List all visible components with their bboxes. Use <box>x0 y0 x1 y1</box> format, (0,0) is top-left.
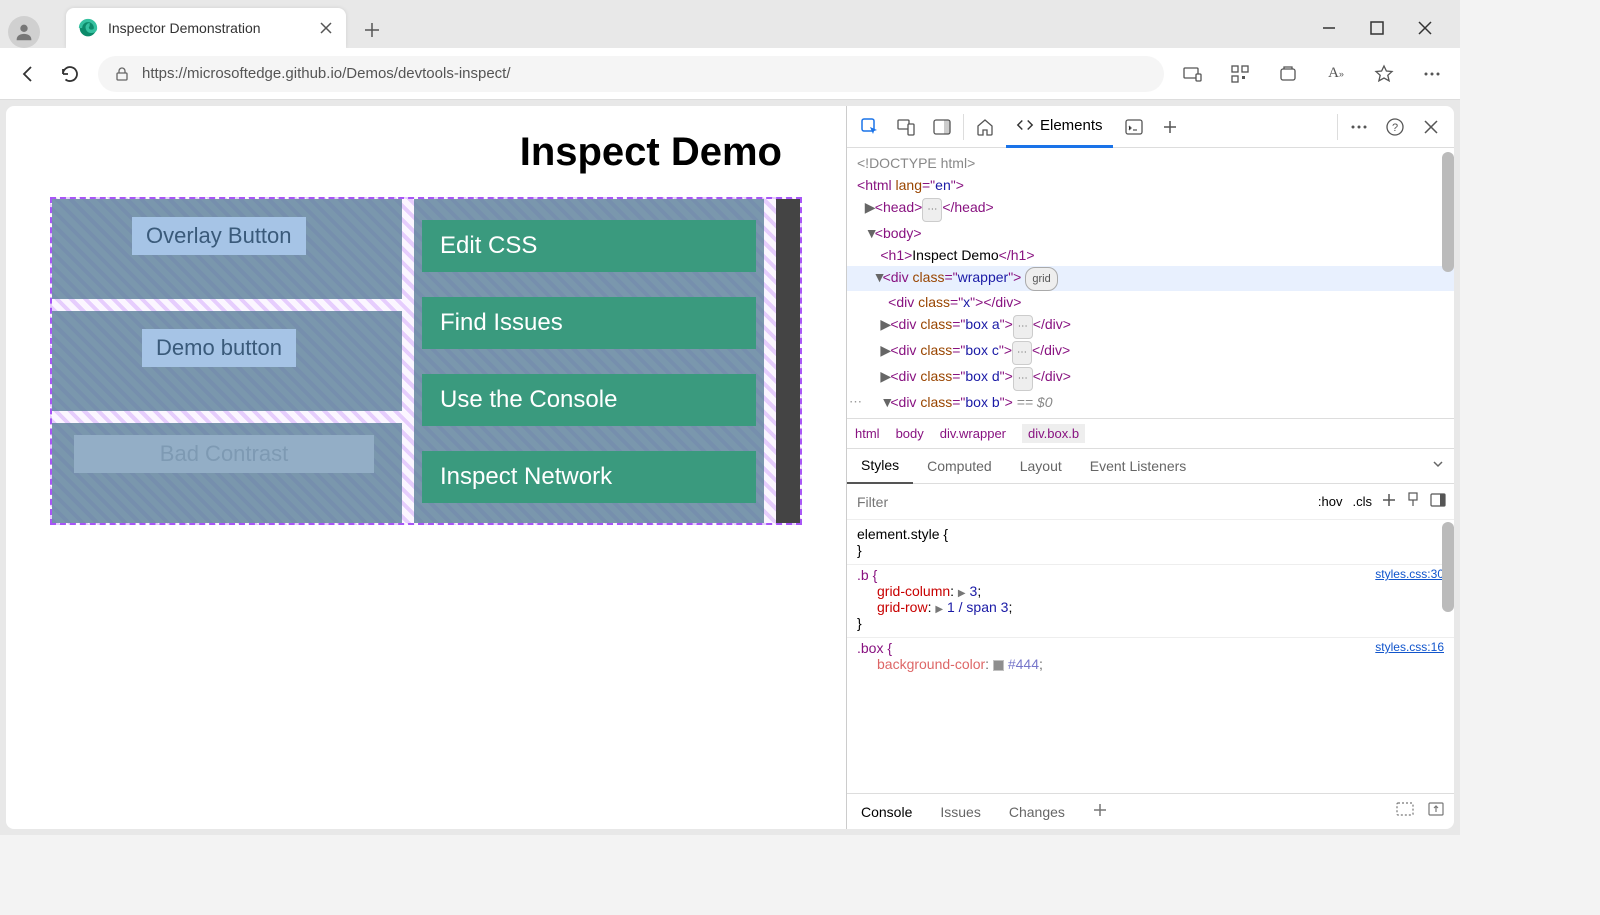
demo-button[interactable]: Demo button <box>142 329 296 367</box>
nav-link-find-issues[interactable]: Find Issues <box>422 297 756 349</box>
dt-more-icon[interactable] <box>1344 112 1374 142</box>
profile-icon[interactable] <box>8 16 40 48</box>
bc-box-b[interactable]: div.box.b <box>1022 424 1085 443</box>
tab-strip: Inspector Demonstration <box>0 0 1460 48</box>
page-content: Inspect Demo Overlay Button Edit CSS Fin… <box>6 106 846 829</box>
bc-wrapper[interactable]: div.wrapper <box>940 426 1006 441</box>
read-aloud-icon[interactable]: A» <box>1322 60 1350 88</box>
devtools-panel: Elements ? <!DOCTYPE html> <html lang="e… <box>846 106 1454 829</box>
drawer-changes[interactable]: Changes <box>995 804 1079 820</box>
tab-styles[interactable]: Styles <box>847 448 913 484</box>
address-bar[interactable]: https://microsoftedge.github.io/Demos/de… <box>98 56 1164 92</box>
page-title: Inspect Demo <box>50 130 782 175</box>
bc-body[interactable]: body <box>896 426 924 441</box>
styles-scrollbar-thumb[interactable] <box>1442 522 1454 612</box>
inspect-element-icon[interactable] <box>855 112 885 142</box>
box-c: Demo button <box>52 311 402 411</box>
box-d: Bad Contrast <box>52 423 402 523</box>
tab-layout[interactable]: Layout <box>1006 448 1076 484</box>
bad-contrast-button[interactable]: Bad Contrast <box>74 435 374 473</box>
styles-chevron-icon[interactable] <box>1432 457 1454 475</box>
help-icon[interactable]: ? <box>1380 112 1410 142</box>
browser-tab[interactable]: Inspector Demonstration <box>66 8 346 48</box>
lock-icon <box>114 66 130 82</box>
styles-filter-input[interactable] <box>847 494 1318 510</box>
box-b-nav: Edit CSS Find Issues Use the Console Ins… <box>414 199 764 523</box>
welcome-icon[interactable] <box>970 112 1000 142</box>
bc-html[interactable]: html <box>855 426 880 441</box>
drawer-add-icon[interactable] <box>1079 803 1121 820</box>
more-icon[interactable] <box>1418 60 1446 88</box>
refresh-button[interactable] <box>56 60 84 88</box>
dt-close-icon[interactable] <box>1416 112 1446 142</box>
window-close-icon[interactable] <box>1414 17 1436 39</box>
back-button[interactable] <box>14 60 42 88</box>
qr-icon[interactable] <box>1226 60 1254 88</box>
tab-title: Inspector Demonstration <box>108 20 308 36</box>
new-style-rule-icon[interactable] <box>1382 493 1396 510</box>
dom-tree[interactable]: <!DOCTYPE html> <html lang="en"> ▶<head>… <box>847 148 1454 418</box>
grid-overlay: Overlay Button Edit CSS Find Issues Use … <box>50 197 802 525</box>
favorite-icon[interactable] <box>1370 60 1398 88</box>
nav-link-use-console[interactable]: Use the Console <box>422 374 756 426</box>
src-link-b[interactable]: styles.css:30 <box>1375 567 1444 583</box>
tab-elements[interactable]: Elements <box>1006 106 1113 148</box>
box-side <box>776 199 800 523</box>
collections-icon[interactable] <box>1274 60 1302 88</box>
nav-link-inspect-network[interactable]: Inspect Network <box>422 451 756 503</box>
nav-link-edit-css[interactable]: Edit CSS <box>422 220 756 272</box>
browser-toolbar: https://microsoftedge.github.io/Demos/de… <box>0 48 1460 100</box>
cls-toggle[interactable]: .cls <box>1353 494 1373 509</box>
drawer-issues[interactable]: Issues <box>926 804 994 820</box>
drawer-console[interactable]: Console <box>847 804 926 820</box>
scrollbar-thumb[interactable] <box>1442 152 1454 272</box>
tab-event-listeners[interactable]: Event Listeners <box>1076 448 1201 484</box>
hov-toggle[interactable]: :hov <box>1318 494 1343 509</box>
tab-close-icon[interactable] <box>318 20 334 36</box>
dom-breadcrumb[interactable]: html body div.wrapper div.box.b <box>847 418 1454 448</box>
drawer-expand-icon[interactable] <box>1428 802 1444 821</box>
tab-computed[interactable]: Computed <box>913 448 1006 484</box>
drawer-dock-icon[interactable] <box>1396 802 1414 821</box>
device-toggle-icon[interactable] <box>891 112 921 142</box>
dock-side-icon[interactable] <box>927 112 957 142</box>
window-maximize-icon[interactable] <box>1366 17 1388 39</box>
screencast-icon[interactable] <box>1178 60 1206 88</box>
overlay-button[interactable]: Overlay Button <box>132 217 306 255</box>
styles-body[interactable]: element.style { } .b {styles.css:30 grid… <box>847 520 1454 793</box>
src-link-box[interactable]: styles.css:16 <box>1375 640 1444 656</box>
new-tab-button[interactable] <box>354 12 390 48</box>
window-minimize-icon[interactable] <box>1318 17 1340 39</box>
svg-text:?: ? <box>1392 122 1398 134</box>
console-toggle-icon[interactable] <box>1119 112 1149 142</box>
paint-icon[interactable] <box>1406 492 1420 511</box>
box-a: Overlay Button <box>52 199 402 299</box>
add-tab-icon[interactable] <box>1155 112 1185 142</box>
url-text: https://microsoftedge.github.io/Demos/de… <box>142 65 511 82</box>
edge-favicon-icon <box>78 18 98 38</box>
panel-toggle-icon[interactable] <box>1430 493 1446 510</box>
